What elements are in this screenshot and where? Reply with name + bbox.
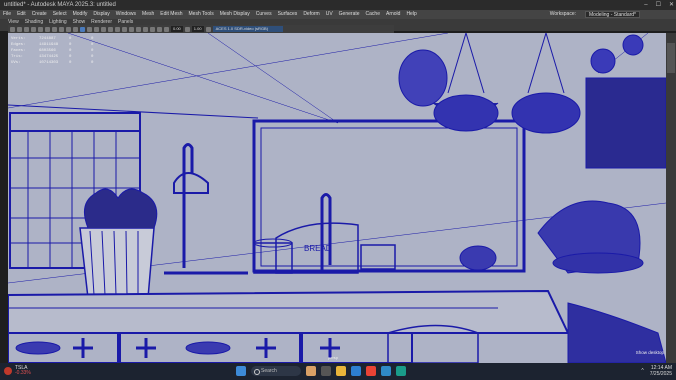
menu-create[interactable]: Create: [32, 10, 47, 19]
hud-count: 0: [91, 61, 94, 65]
backface-icon[interactable]: [164, 26, 169, 32]
film-gate-icon[interactable]: [45, 26, 50, 32]
close-button[interactable]: ✕: [669, 0, 674, 10]
hud-label: UVs:: [11, 61, 21, 65]
edge-icon[interactable]: [351, 366, 361, 376]
bread-label: BREAD: [304, 244, 332, 253]
taskbar-apps: Search: [236, 366, 406, 376]
menu-mesh[interactable]: Mesh: [142, 10, 154, 19]
search-box[interactable]: Search: [251, 366, 301, 376]
3d-viewport[interactable]: BREAD Verts: 7244887 0 0 Edges: 14911948…: [8, 33, 666, 363]
date: 7/25/2025: [649, 371, 672, 377]
menu-deform[interactable]: Deform: [303, 10, 319, 19]
camera-label: persp: [328, 355, 339, 360]
isolate-select-icon[interactable]: [143, 26, 148, 32]
tesla-icon: [4, 367, 12, 375]
attribute-editor-tab[interactable]: [667, 43, 675, 73]
view-transform-dropdown[interactable]: ACES 1.0 SDR-video (sRGB): [212, 26, 283, 32]
menu-cache[interactable]: Cache: [366, 10, 380, 19]
menu-edit[interactable]: Edit: [17, 10, 26, 19]
menu-file[interactable]: File: [3, 10, 11, 19]
textured-icon[interactable]: [101, 26, 106, 32]
lights-icon[interactable]: [108, 26, 113, 32]
resolution-gate-icon[interactable]: [52, 26, 57, 32]
hud-count: 0: [69, 61, 72, 65]
menu-mesh-tools[interactable]: Mesh Tools: [189, 10, 214, 19]
stock-change: -0.33%: [15, 370, 31, 376]
select-camera-icon[interactable]: [10, 26, 15, 32]
field-chart-icon[interactable]: [66, 26, 71, 32]
wireframe-on-shaded-icon[interactable]: [94, 26, 99, 32]
windows-taskbar: TSLA -0.33% Search ^ 12:14 AM 7/25/2025: [0, 363, 676, 380]
anti-aliasing-icon[interactable]: [136, 26, 141, 32]
wireframe-scene: BREAD: [8, 33, 666, 363]
menu-surfaces[interactable]: Surfaces: [278, 10, 298, 19]
avatar-icon[interactable]: [306, 366, 316, 376]
menu-generate[interactable]: Generate: [339, 10, 360, 19]
chevron-up-icon[interactable]: ^: [641, 368, 643, 374]
xray-joints-icon[interactable]: [157, 26, 162, 32]
image-plane-icon[interactable]: [31, 26, 36, 32]
window-title: untitled* - Autodesk MAYA 2025.3: untitl…: [4, 2, 116, 8]
menu-edit-mesh[interactable]: Edit Mesh: [160, 10, 182, 19]
maximize-button[interactable]: ☐: [656, 0, 661, 10]
exposure-field[interactable]: 0.00: [171, 26, 183, 32]
safe-action-icon[interactable]: [73, 26, 78, 32]
gate-mask-icon[interactable]: [59, 26, 64, 32]
menu-curves[interactable]: Curves: [256, 10, 272, 19]
ambient-occlusion-icon[interactable]: [122, 26, 127, 32]
xray-icon[interactable]: [150, 26, 155, 32]
workspace-label: Workspace:: [549, 11, 577, 17]
stock-widget[interactable]: TSLA -0.33%: [4, 366, 31, 376]
maya-taskbar-icon[interactable]: [396, 366, 406, 376]
menu-arnold[interactable]: Arnold: [386, 10, 400, 19]
minimize-button[interactable]: –: [644, 0, 647, 10]
maya-window: untitled* - Autodesk MAYA 2025.3: untitl…: [0, 0, 676, 380]
lock-camera-icon[interactable]: [17, 26, 22, 32]
workspace-selector: Workspace: Modeling - Standard*: [550, 11, 646, 18]
shadows-icon[interactable]: [115, 26, 120, 32]
workspace-dropdown[interactable]: Modeling - Standard*: [585, 11, 640, 18]
wireframe-icon[interactable]: [80, 26, 85, 32]
bookmark-icon[interactable]: [24, 26, 29, 32]
menu-select[interactable]: Select: [53, 10, 67, 19]
start-icon[interactable]: [236, 366, 246, 376]
hud-row: UVs: 10714303 0 0: [11, 60, 113, 66]
menu-windows[interactable]: Windows: [116, 10, 136, 19]
menu-uv[interactable]: UV: [326, 10, 333, 19]
chrome-icon[interactable]: [366, 366, 376, 376]
menu-display[interactable]: Display: [93, 10, 109, 19]
menu-help[interactable]: Help: [406, 10, 416, 19]
show-desktop-tooltip: Show desktop: [635, 350, 664, 355]
smooth-shade-icon[interactable]: [87, 26, 92, 32]
hud-value: 10714303: [39, 61, 59, 65]
clock[interactable]: 12:14 AM 7/25/2025: [650, 365, 672, 377]
menu-modify[interactable]: Modify: [73, 10, 88, 19]
file-explorer-icon[interactable]: [336, 366, 346, 376]
main-menubar: File Edit Create Select Modify Display W…: [0, 10, 676, 19]
store-icon[interactable]: [381, 366, 391, 376]
title-bar: untitled* - Autodesk MAYA 2025.3: untitl…: [0, 0, 676, 10]
menu-mesh-display[interactable]: Mesh Display: [220, 10, 250, 19]
viewport-toolbar: 0.00 1.00 ACES 1.0 SDR-video (sRGB): [8, 25, 394, 33]
task-view-icon[interactable]: [321, 366, 331, 376]
system-tray: ^ 12:14 AM 7/25/2025: [641, 365, 672, 377]
color-management-icon[interactable]: [205, 26, 211, 32]
poly-count-hud: Verts: 7244887 0 0 Edges: 14911948 0 0 F…: [11, 36, 113, 66]
grid-icon[interactable]: [38, 26, 43, 32]
side-panel-tab[interactable]: [666, 33, 676, 363]
gamma-field[interactable]: 1.00: [191, 26, 204, 32]
gamma-icon[interactable]: [184, 26, 190, 32]
motion-blur-icon[interactable]: [129, 26, 134, 32]
